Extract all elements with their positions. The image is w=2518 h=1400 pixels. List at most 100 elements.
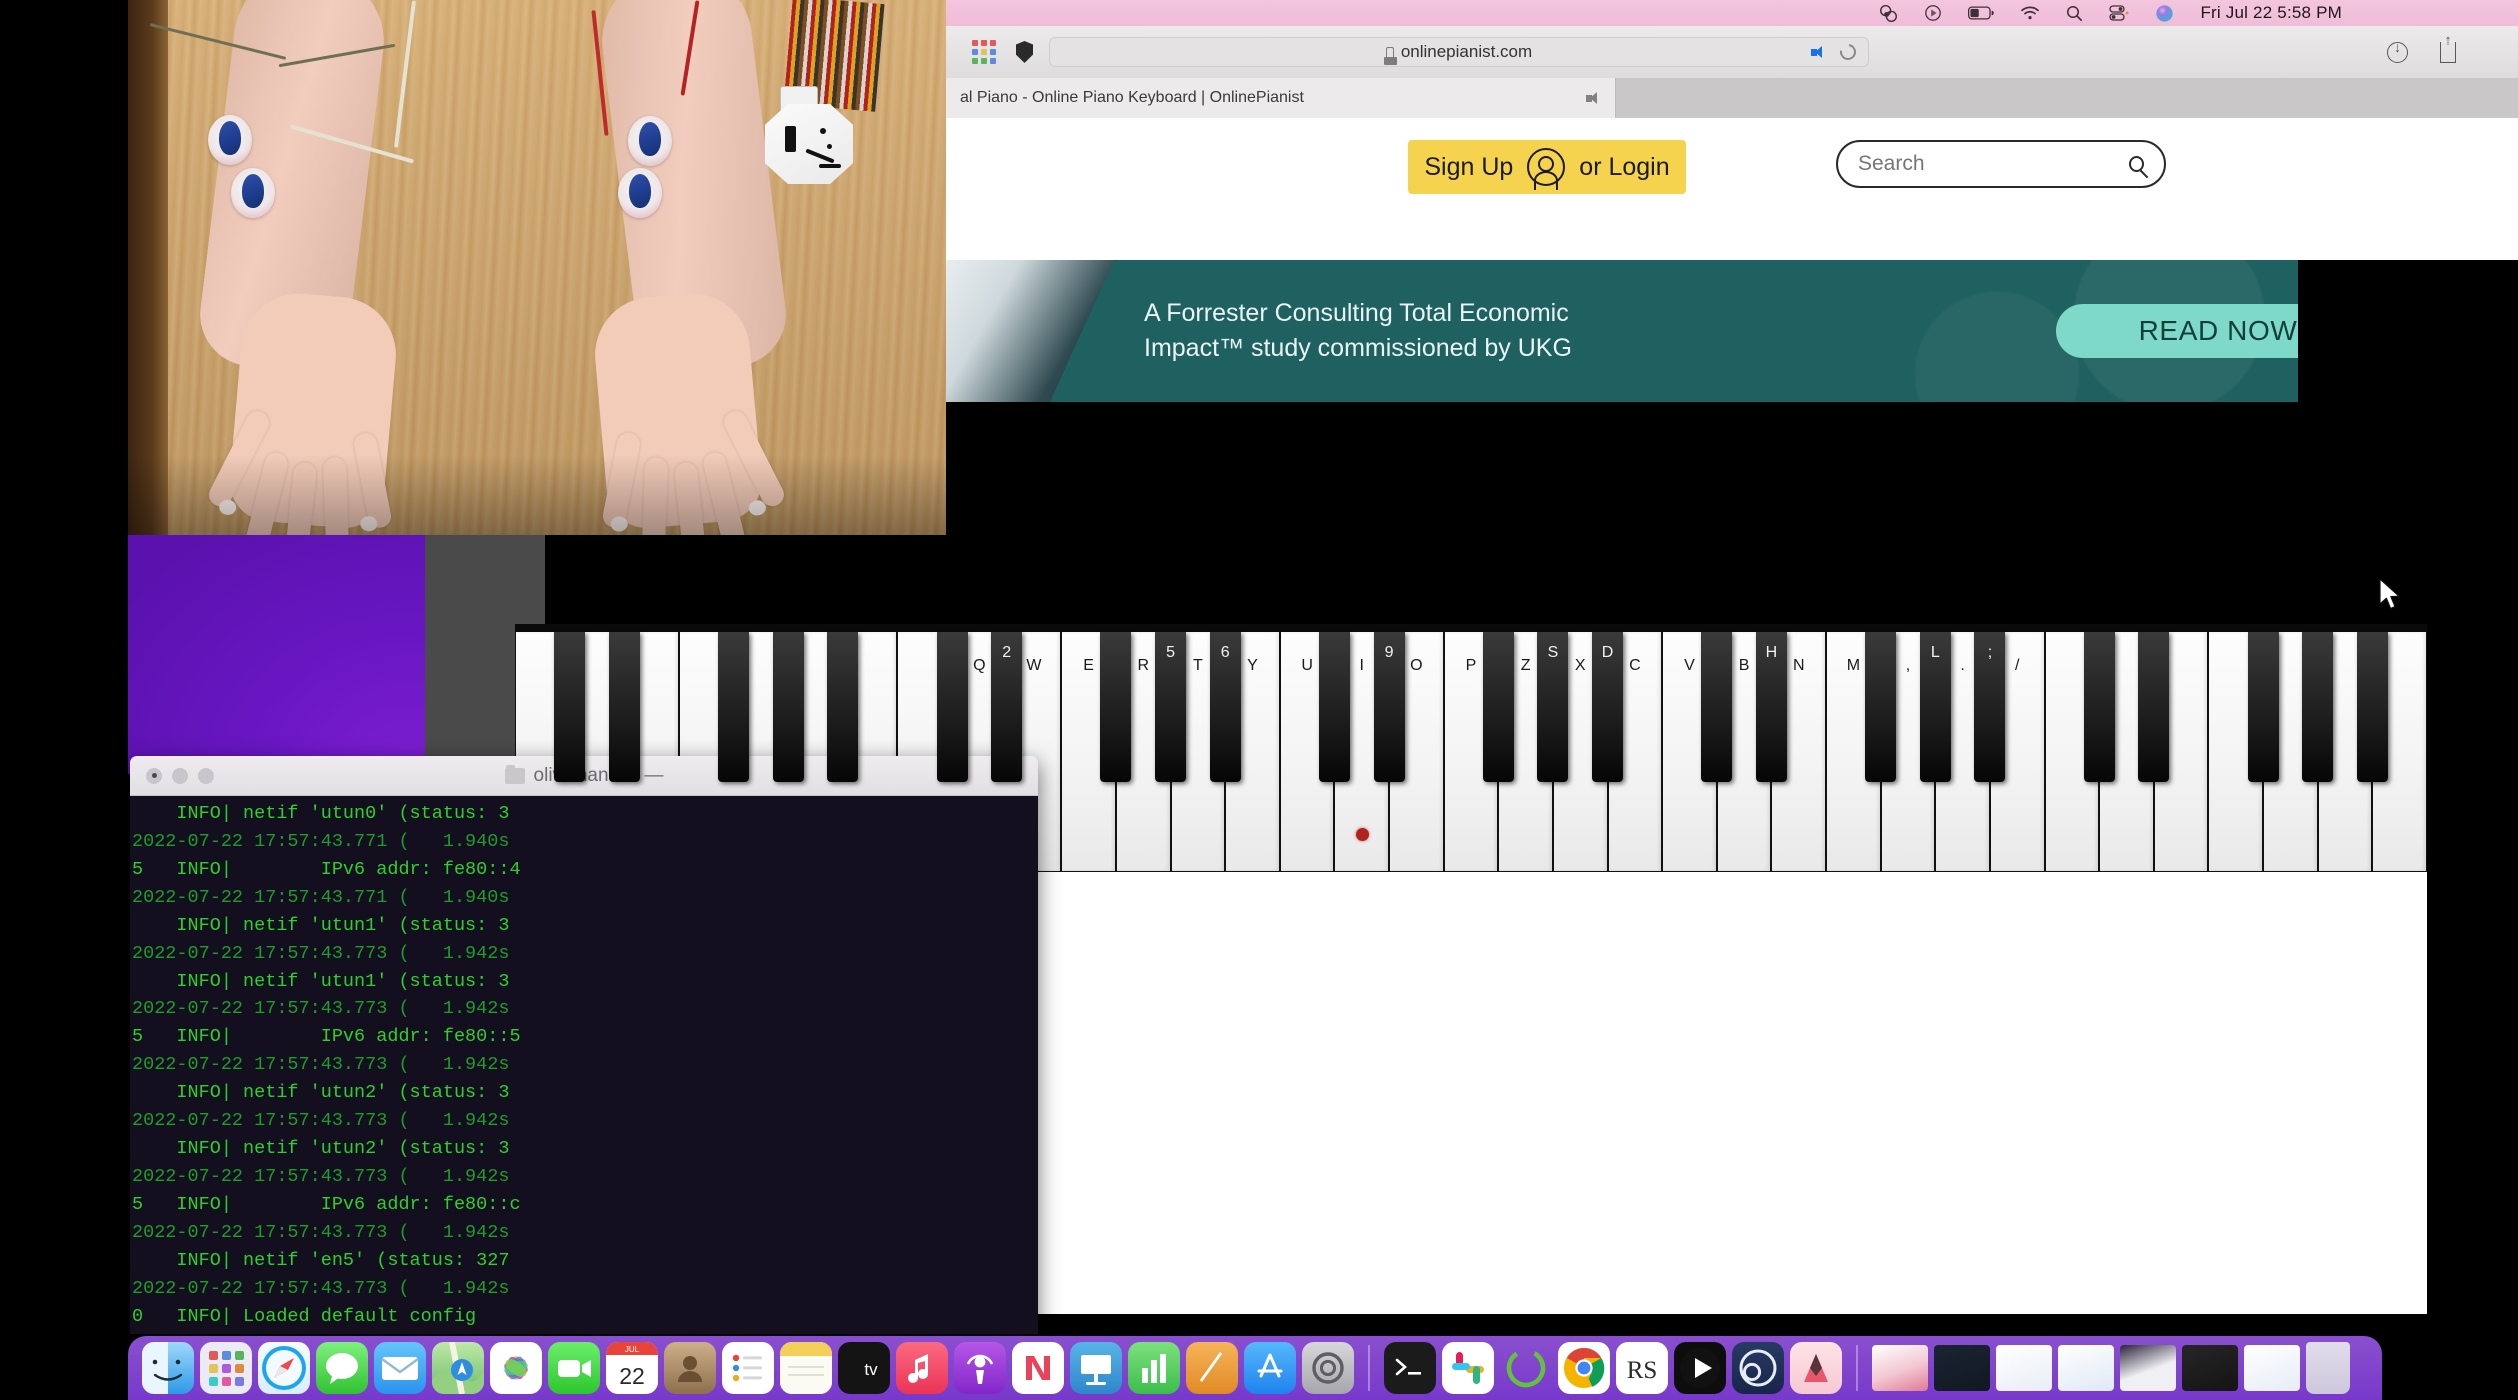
piano-black-key[interactable] (827, 632, 859, 782)
dock-trash-icon[interactable] (2306, 1342, 2350, 1394)
piano-black-key[interactable] (2083, 632, 2115, 782)
dock-icon-terminal[interactable] (1384, 1342, 1436, 1394)
piano-black-key[interactable] (1482, 632, 1514, 782)
piano-black-key[interactable]: H (1755, 632, 1787, 782)
dock-icon-photos[interactable] (490, 1342, 542, 1394)
dock-minimized-window[interactable] (1996, 1345, 2052, 1391)
piano-black-key[interactable]: D (1592, 632, 1624, 782)
dock-icon-rstudio[interactable]: RS (1616, 1342, 1668, 1394)
control-center-icon[interactable] (2109, 5, 2129, 21)
shortcuts-icon[interactable] (1879, 4, 1898, 23)
dock-icon-launchpad[interactable] (200, 1342, 252, 1394)
terminal-window[interactable]: oliviahansen — INFO| netif 'utun0' (stat… (130, 756, 1038, 1334)
terminal-line: 0 INFO| Loaded default config (132, 1305, 477, 1327)
dock-icon-ring-app[interactable] (1500, 1342, 1552, 1394)
piano-black-key[interactable] (772, 632, 804, 782)
share-icon[interactable] (2440, 32, 2456, 63)
downloads-icon[interactable] (2387, 39, 2408, 63)
menubar-clock[interactable]: Fri Jul 22 5:58 PM (2200, 3, 2342, 23)
dock-icon-system-settings[interactable] (1302, 1342, 1354, 1394)
piano-black-key[interactable] (1318, 632, 1350, 782)
speaker-icon[interactable] (1811, 45, 1826, 59)
dock-icon-notes[interactable] (780, 1342, 832, 1394)
dock-icon-news[interactable] (1012, 1342, 1064, 1394)
piano-black-key[interactable]: ; (1974, 632, 2006, 782)
dock-icon-contacts[interactable] (664, 1342, 716, 1394)
sidebar-grid-icon[interactable] (972, 40, 996, 64)
emg-electrode-pad (208, 115, 252, 165)
safari-tab-bar: al Piano - Online Piano Keyboard | Onlin… (946, 78, 2518, 118)
piano-black-key[interactable] (2247, 632, 2279, 782)
reload-icon[interactable] (1836, 40, 1860, 64)
spotlight-search-icon[interactable] (2066, 5, 2083, 22)
piano-black-key[interactable] (554, 632, 586, 782)
dock-icon-music[interactable] (896, 1342, 948, 1394)
dock-minimized-window[interactable] (2058, 1345, 2114, 1391)
macos-dock[interactable]: JUL 22 tv RS (128, 1336, 2382, 1400)
dock-icon-podcasts[interactable] (954, 1342, 1006, 1394)
piano-black-key[interactable] (608, 632, 640, 782)
address-bar[interactable]: onlinepianist.com (1049, 37, 1869, 67)
siri-icon[interactable] (2155, 4, 2174, 23)
piano-black-key[interactable]: 2 (991, 632, 1023, 782)
tab-mute-icon[interactable] (1586, 91, 1601, 105)
wifi-icon[interactable] (2020, 5, 2040, 21)
dock-minimized-window[interactable] (2182, 1345, 2238, 1391)
piano-black-key[interactable]: 5 (1155, 632, 1187, 782)
dock-icon-appstore[interactable] (1244, 1342, 1296, 1394)
dock-minimized-window[interactable] (1872, 1345, 1928, 1391)
piano-black-key[interactable] (936, 632, 968, 782)
piano-black-key[interactable]: 9 (1373, 632, 1405, 782)
signup-login-button[interactable]: Sign Up or Login (1408, 140, 1686, 194)
dock-icon-chrome[interactable] (1558, 1342, 1610, 1394)
site-search-box[interactable] (1836, 140, 2166, 188)
search-input[interactable] (1858, 152, 2129, 176)
dock-minimized-window[interactable] (2120, 1345, 2176, 1391)
dock-icon-numbers[interactable] (1128, 1342, 1180, 1394)
dock-icon-reminders[interactable] (722, 1342, 774, 1394)
piano-black-key[interactable] (718, 632, 749, 782)
screen-mirroring-icon[interactable] (1924, 4, 1942, 22)
piano-black-key[interactable]: 6 (1209, 632, 1241, 782)
ad-headline-line2: Impact™ study commissioned by UKG (1144, 334, 1572, 362)
browser-tab[interactable]: al Piano - Online Piano Keyboard | Onlin… (946, 78, 1616, 118)
piano-black-key[interactable] (1865, 632, 1897, 782)
desktop-wallpaper (128, 534, 428, 774)
piano-key-label: ; (1987, 644, 1993, 661)
dock-icon-messages[interactable] (316, 1342, 368, 1394)
piano-black-key[interactable] (2302, 632, 2334, 782)
svg-text:JUL: JUL (625, 1345, 640, 1354)
piano-key-label: L (1930, 644, 1940, 661)
dock-icon-maps[interactable] (432, 1342, 484, 1394)
piano-black-key[interactable] (1701, 632, 1733, 782)
dock-icon-safari[interactable] (258, 1342, 310, 1394)
search-icon[interactable] (2129, 156, 2144, 172)
piano-black-key[interactable]: S (1537, 632, 1569, 782)
piano-black-key[interactable]: L (1919, 632, 1951, 782)
dock-minimized-window[interactable] (2244, 1345, 2300, 1391)
terminal-output[interactable]: INFO| netif 'utun0' (status: 3 2022-07-22… (130, 796, 1038, 1334)
dock-icon-appletv[interactable]: tv (838, 1342, 890, 1394)
webcam-video-feed[interactable] (128, 0, 946, 535)
dock-icon-slack[interactable] (1442, 1342, 1494, 1394)
battery-icon[interactable] (1968, 6, 1995, 20)
read-now-button[interactable]: READ NOW (2056, 304, 2298, 358)
dock-icon-finder[interactable] (142, 1342, 194, 1394)
piano-black-key[interactable] (2356, 632, 2388, 782)
terminal-line: 2022-07-22 17:57:43.773 ( 1.942s (132, 1221, 510, 1243)
dock-icon-calendar[interactable]: JUL 22 (606, 1342, 658, 1394)
dock-icon-mail[interactable] (374, 1342, 426, 1394)
piano-black-key[interactable] (1100, 632, 1132, 782)
dock-icon-pages[interactable] (1186, 1342, 1238, 1394)
piano-black-key[interactable] (2138, 632, 2170, 782)
ad-banner[interactable]: A Forrester Consulting Total Economic Im… (946, 260, 2298, 402)
dock-icon-facetime[interactable] (548, 1342, 600, 1394)
dock-icon-keynote[interactable] (1070, 1342, 1122, 1394)
dock-icon-peak-app[interactable] (1790, 1342, 1842, 1394)
dock-icon-vlc-player[interactable] (1674, 1342, 1726, 1394)
privacy-shield-icon[interactable] (1016, 41, 1033, 63)
dock-minimized-window[interactable] (1934, 1345, 1990, 1391)
dock-icon-obs-studio[interactable] (1732, 1342, 1784, 1394)
emg-sensor-board (765, 104, 853, 184)
video-vignette (128, 455, 946, 535)
